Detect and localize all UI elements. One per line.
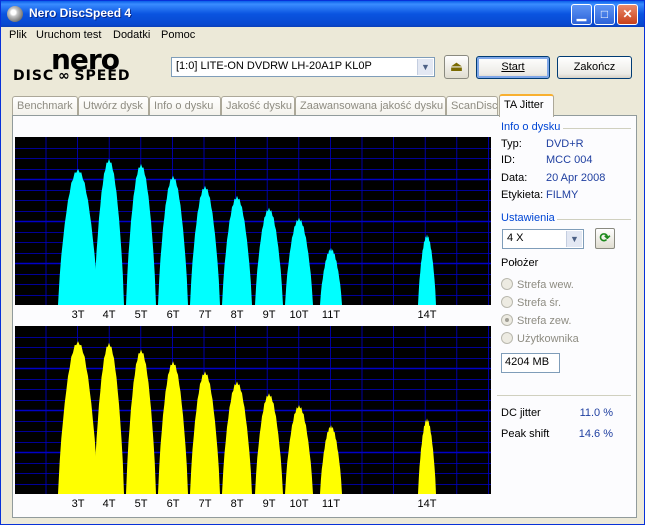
radio-icon — [501, 296, 513, 308]
dc-jitter-value: 11.0 % — [579, 407, 613, 419]
peak-shift-label: Peak shift — [501, 428, 550, 440]
radio-label: Strefa zew. — [517, 315, 572, 327]
x-tick-label: 8T — [230, 309, 244, 321]
x-tick-label: 9T — [262, 498, 276, 510]
radio-label: Strefa wew. — [517, 279, 574, 291]
section-divider — [563, 128, 631, 129]
x-tick-label: 9T — [262, 309, 276, 321]
x-tick-label: 5T — [134, 309, 148, 321]
x-tick-label: 11T — [321, 498, 341, 510]
peak-shift-value: 14.6 % — [578, 428, 613, 440]
speed-select[interactable]: 4 X ▼ — [502, 229, 584, 249]
radio-strefa-zew[interactable]: Strefa zew. — [501, 314, 571, 327]
menu-plik[interactable]: Plik — [9, 29, 27, 41]
chart-bottom-x-axis: 3T 4T 5T 6T 7T 8T 9T 10T 11T 14T — [15, 498, 491, 514]
x-tick-label: 6T — [166, 309, 180, 321]
disc-icon — [7, 6, 23, 22]
radio-icon — [501, 332, 513, 344]
speed-select-value: 4 X — [507, 232, 524, 244]
chevron-down-icon[interactable]: ▼ — [417, 59, 433, 75]
title-bar[interactable]: Nero DiscSpeed 4 ▁ □ ✕ — [1, 1, 644, 27]
info-type-label: Typ: — [501, 138, 522, 150]
x-tick-label: 6T — [166, 498, 180, 510]
info-label-value: FILMY — [546, 189, 579, 201]
refresh-button[interactable]: ⟳ — [595, 228, 615, 249]
exit-button[interactable]: Zakończ — [557, 56, 632, 79]
info-id-value: MCC 004 — [546, 154, 593, 166]
chevron-down-icon[interactable]: ▼ — [566, 231, 582, 247]
nero-discspeed-logo: nero DISC ∞ SPEED — [13, 43, 148, 87]
refresh-icon: ⟳ — [599, 230, 611, 245]
app-window: Nero DiscSpeed 4 ▁ □ ✕ Plik Uruchom test… — [0, 0, 645, 525]
radio-uzytkownika[interactable]: Użytkownika — [501, 332, 579, 345]
drive-select-value: [1:0] LITE-ON DVDRW LH-20A1P KL0P — [176, 60, 372, 72]
x-tick-label: 8T — [230, 498, 244, 510]
ta-jitter-chart-top — [15, 137, 491, 305]
start-button[interactable]: Start — [476, 56, 550, 79]
tab-ta-jitter[interactable]: TA Jitter — [499, 94, 554, 117]
tab-strip: Benchmark Utwórz dysk Info o dysku Jakoś… — [12, 94, 637, 117]
eject-icon: ⏏ — [449, 58, 464, 74]
x-tick-label: 14T — [417, 309, 437, 321]
eject-button[interactable]: ⏏ — [444, 55, 469, 79]
info-date-label: Data: — [501, 172, 528, 184]
info-id-label: ID: — [501, 154, 516, 166]
x-tick-label: 10T — [289, 498, 309, 510]
x-tick-label: 7T — [198, 309, 212, 321]
tab-scandisc[interactable]: ScanDisc — [446, 96, 498, 116]
section-divider — [557, 219, 631, 220]
radio-label: Użytkownika — [517, 333, 579, 345]
radio-label: Strefa śr. — [517, 297, 562, 309]
tab-jakosc-dysku[interactable]: Jakość dysku — [221, 96, 295, 116]
ta-jitter-chart-bottom — [15, 326, 491, 494]
close-button[interactable]: ✕ — [617, 4, 638, 25]
x-tick-label: 4T — [102, 309, 116, 321]
x-tick-label: 5T — [134, 498, 148, 510]
tab-zaawansowana-jakosc[interactable]: Zaawansowana jakość dysku — [295, 96, 446, 116]
section-divider — [497, 395, 631, 396]
settings-title: Ustawienia — [501, 212, 555, 224]
x-tick-label: 3T — [71, 498, 85, 510]
radio-selected-icon — [501, 314, 513, 326]
radio-icon — [501, 278, 513, 290]
x-tick-label: 11T — [321, 309, 341, 321]
position-label: Położer — [501, 257, 539, 269]
menu-dodatki[interactable]: Dodatki — [113, 29, 150, 41]
radio-strefa-sr[interactable]: Strefa śr. — [501, 296, 561, 309]
maximize-button[interactable]: □ — [594, 4, 615, 25]
dc-jitter-label: DC jitter — [501, 407, 541, 419]
radio-strefa-wew[interactable]: Strefa wew. — [501, 278, 574, 291]
menu-pomoc[interactable]: Pomoc — [161, 29, 195, 41]
window-title: Nero DiscSpeed 4 — [29, 6, 132, 20]
info-date-value: 20 Apr 2008 — [546, 172, 606, 184]
x-tick-label: 3T — [71, 309, 85, 321]
x-tick-label: 14T — [417, 498, 437, 510]
x-tick-label: 4T — [102, 498, 116, 510]
drive-select[interactable]: [1:0] LITE-ON DVDRW LH-20A1P KL0P ▼ — [171, 57, 435, 77]
menu-uruchom-test[interactable]: Uruchom test — [36, 29, 101, 41]
info-label-label: Etykieta: — [501, 189, 544, 201]
disc-info-title: Info o dysku — [501, 121, 561, 133]
tab-utworz-dysk[interactable]: Utwórz dysk — [78, 96, 149, 116]
minimize-button[interactable]: ▁ — [571, 4, 592, 25]
start-button-label: Start — [501, 61, 525, 73]
x-tick-label: 7T — [198, 498, 212, 510]
chart-top-x-axis: 3T 4T 5T 6T 7T 8T 9T 10T 11T 14T — [15, 309, 491, 325]
tab-info-o-dysku[interactable]: Info o dysku — [149, 96, 221, 116]
position-input[interactable]: 4204 MB — [501, 353, 560, 373]
info-type-value: DVD+R — [546, 138, 584, 150]
tab-benchmark[interactable]: Benchmark — [12, 96, 78, 116]
x-tick-label: 10T — [289, 309, 309, 321]
logo-discspeed-text: DISC ∞ SPEED — [13, 68, 131, 84]
